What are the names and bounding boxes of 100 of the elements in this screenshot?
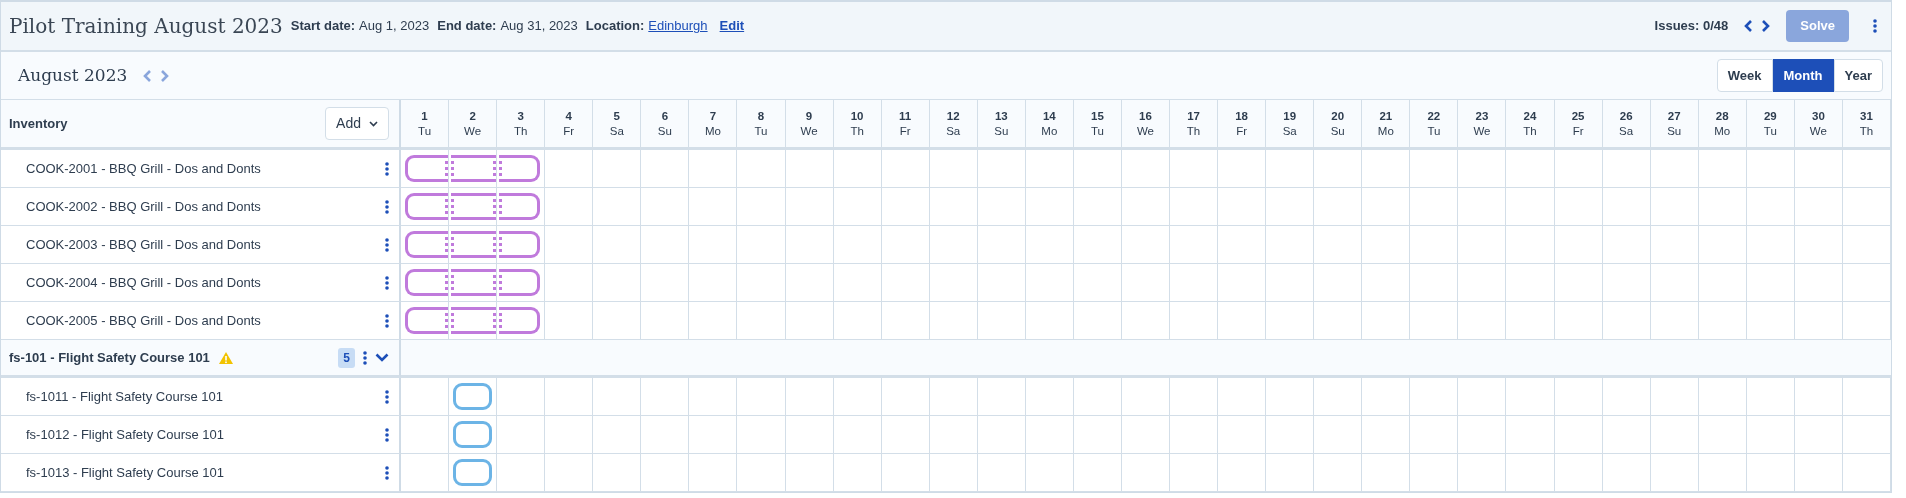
calendar-cell[interactable]	[1650, 454, 1699, 492]
calendar-cell[interactable]	[1746, 150, 1795, 188]
calendar-cell[interactable]	[497, 454, 546, 492]
calendar-cell[interactable]	[1506, 378, 1555, 416]
calendar-cell[interactable]	[1170, 378, 1219, 416]
calendar-cell[interactable]	[929, 188, 978, 226]
calendar-cell[interactable]	[1362, 264, 1411, 302]
calendar-cell[interactable]	[689, 150, 738, 188]
calendar-cell[interactable]	[1073, 188, 1122, 226]
calendar-cell[interactable]	[737, 150, 786, 188]
calendar-cell[interactable]	[1842, 264, 1891, 302]
calendar-cell[interactable]	[1794, 416, 1843, 454]
calendar-cell[interactable]	[1073, 378, 1122, 416]
edit-link[interactable]: Edit	[719, 16, 745, 36]
calendar-cell[interactable]	[1170, 150, 1219, 188]
calendar-cell[interactable]	[1314, 188, 1363, 226]
calendar-cell[interactable]	[1842, 378, 1891, 416]
more-icon[interactable]	[385, 313, 389, 328]
calendar-cell[interactable]	[641, 378, 690, 416]
calendar-cell[interactable]	[593, 264, 642, 302]
calendar-cell[interactable]	[881, 416, 930, 454]
calendar-cell[interactable]	[1314, 264, 1363, 302]
calendar-cell[interactable]	[1314, 416, 1363, 454]
calendar-cell[interactable]	[737, 188, 786, 226]
calendar-cell[interactable]	[833, 264, 882, 302]
calendar-cell[interactable]	[1025, 188, 1074, 226]
calendar-cell[interactable]	[1218, 378, 1267, 416]
calendar-cell[interactable]	[401, 454, 450, 492]
calendar-cell[interactable]	[1506, 188, 1555, 226]
calendar-cell[interactable]	[1602, 416, 1651, 454]
calendar-cell[interactable]	[545, 264, 594, 302]
calendar-cell[interactable]	[929, 378, 978, 416]
calendar-cell[interactable]	[1506, 226, 1555, 264]
calendar-cell[interactable]	[737, 264, 786, 302]
more-icon[interactable]	[363, 350, 367, 365]
booking-segment[interactable]	[405, 155, 449, 182]
calendar-cell[interactable]	[977, 378, 1026, 416]
calendar-cell[interactable]	[689, 264, 738, 302]
calendar-cell[interactable]	[641, 188, 690, 226]
calendar-cell[interactable]	[1314, 226, 1363, 264]
calendar-cell[interactable]	[1842, 416, 1891, 454]
calendar-cell[interactable]	[1121, 378, 1171, 416]
calendar-cell[interactable]	[977, 226, 1026, 264]
calendar-cell[interactable]	[401, 150, 450, 188]
calendar-cell[interactable]	[1554, 378, 1603, 416]
calendar-cell[interactable]	[977, 454, 1026, 492]
calendar-cell[interactable]	[1794, 150, 1843, 188]
calendar-cell[interactable]	[593, 226, 642, 264]
calendar-cell[interactable]	[401, 416, 450, 454]
calendar-cell[interactable]	[1266, 150, 1315, 188]
calendar-cell[interactable]	[497, 264, 546, 302]
calendar-cell[interactable]	[593, 188, 642, 226]
calendar-cell[interactable]	[785, 226, 834, 264]
calendar-cell[interactable]	[1650, 416, 1699, 454]
calendar-cell[interactable]	[1554, 150, 1603, 188]
booking-segment[interactable]	[451, 231, 497, 258]
booking-segment[interactable]	[499, 307, 541, 334]
calendar-cell[interactable]	[1794, 226, 1843, 264]
more-icon[interactable]	[385, 465, 389, 480]
calendar-cell[interactable]	[1602, 188, 1651, 226]
calendar-cell[interactable]	[1650, 378, 1699, 416]
calendar-cell[interactable]	[977, 416, 1026, 454]
calendar-cell[interactable]	[1170, 188, 1219, 226]
calendar-cell[interactable]	[1698, 454, 1747, 492]
calendar-cell[interactable]	[1842, 150, 1891, 188]
calendar-cell[interactable]	[641, 264, 690, 302]
calendar-cell[interactable]	[785, 454, 834, 492]
calendar-cell[interactable]	[641, 150, 690, 188]
booking-segment[interactable]	[499, 269, 541, 296]
calendar-cell[interactable]	[1025, 378, 1074, 416]
calendar-cell[interactable]	[545, 188, 594, 226]
calendar-cell[interactable]	[545, 378, 594, 416]
calendar-cell[interactable]	[1458, 416, 1507, 454]
calendar-cell[interactable]	[1218, 416, 1267, 454]
calendar-cell[interactable]	[1218, 454, 1267, 492]
calendar-cell[interactable]	[545, 416, 594, 454]
calendar-cell[interactable]	[1842, 454, 1891, 492]
calendar-cell[interactable]	[1266, 226, 1315, 264]
calendar-cell[interactable]	[1314, 454, 1363, 492]
calendar-cell[interactable]	[737, 378, 786, 416]
calendar-cell[interactable]	[497, 378, 546, 416]
calendar-cell[interactable]	[1698, 188, 1747, 226]
calendar-cell[interactable]	[689, 188, 738, 226]
calendar-cell[interactable]	[1266, 264, 1315, 302]
chevron-down-icon[interactable]	[375, 353, 389, 362]
calendar-cell[interactable]	[1746, 416, 1795, 454]
calendar-cell[interactable]	[1025, 416, 1074, 454]
calendar-cell[interactable]	[1410, 416, 1459, 454]
calendar-cell[interactable]	[1121, 226, 1171, 264]
calendar-cell[interactable]	[1121, 150, 1171, 188]
more-icon[interactable]	[385, 427, 389, 442]
calendar-cell[interactable]	[1458, 378, 1507, 416]
calendar-cell[interactable]	[1650, 264, 1699, 302]
calendar-cell[interactable]	[1506, 416, 1555, 454]
calendar-cell[interactable]	[1842, 188, 1891, 226]
more-icon[interactable]	[1873, 19, 1877, 33]
chevron-right-icon[interactable]	[1761, 20, 1771, 32]
more-icon[interactable]	[385, 237, 389, 252]
calendar-cell[interactable]	[1698, 378, 1747, 416]
booking-segment[interactable]	[451, 307, 497, 334]
